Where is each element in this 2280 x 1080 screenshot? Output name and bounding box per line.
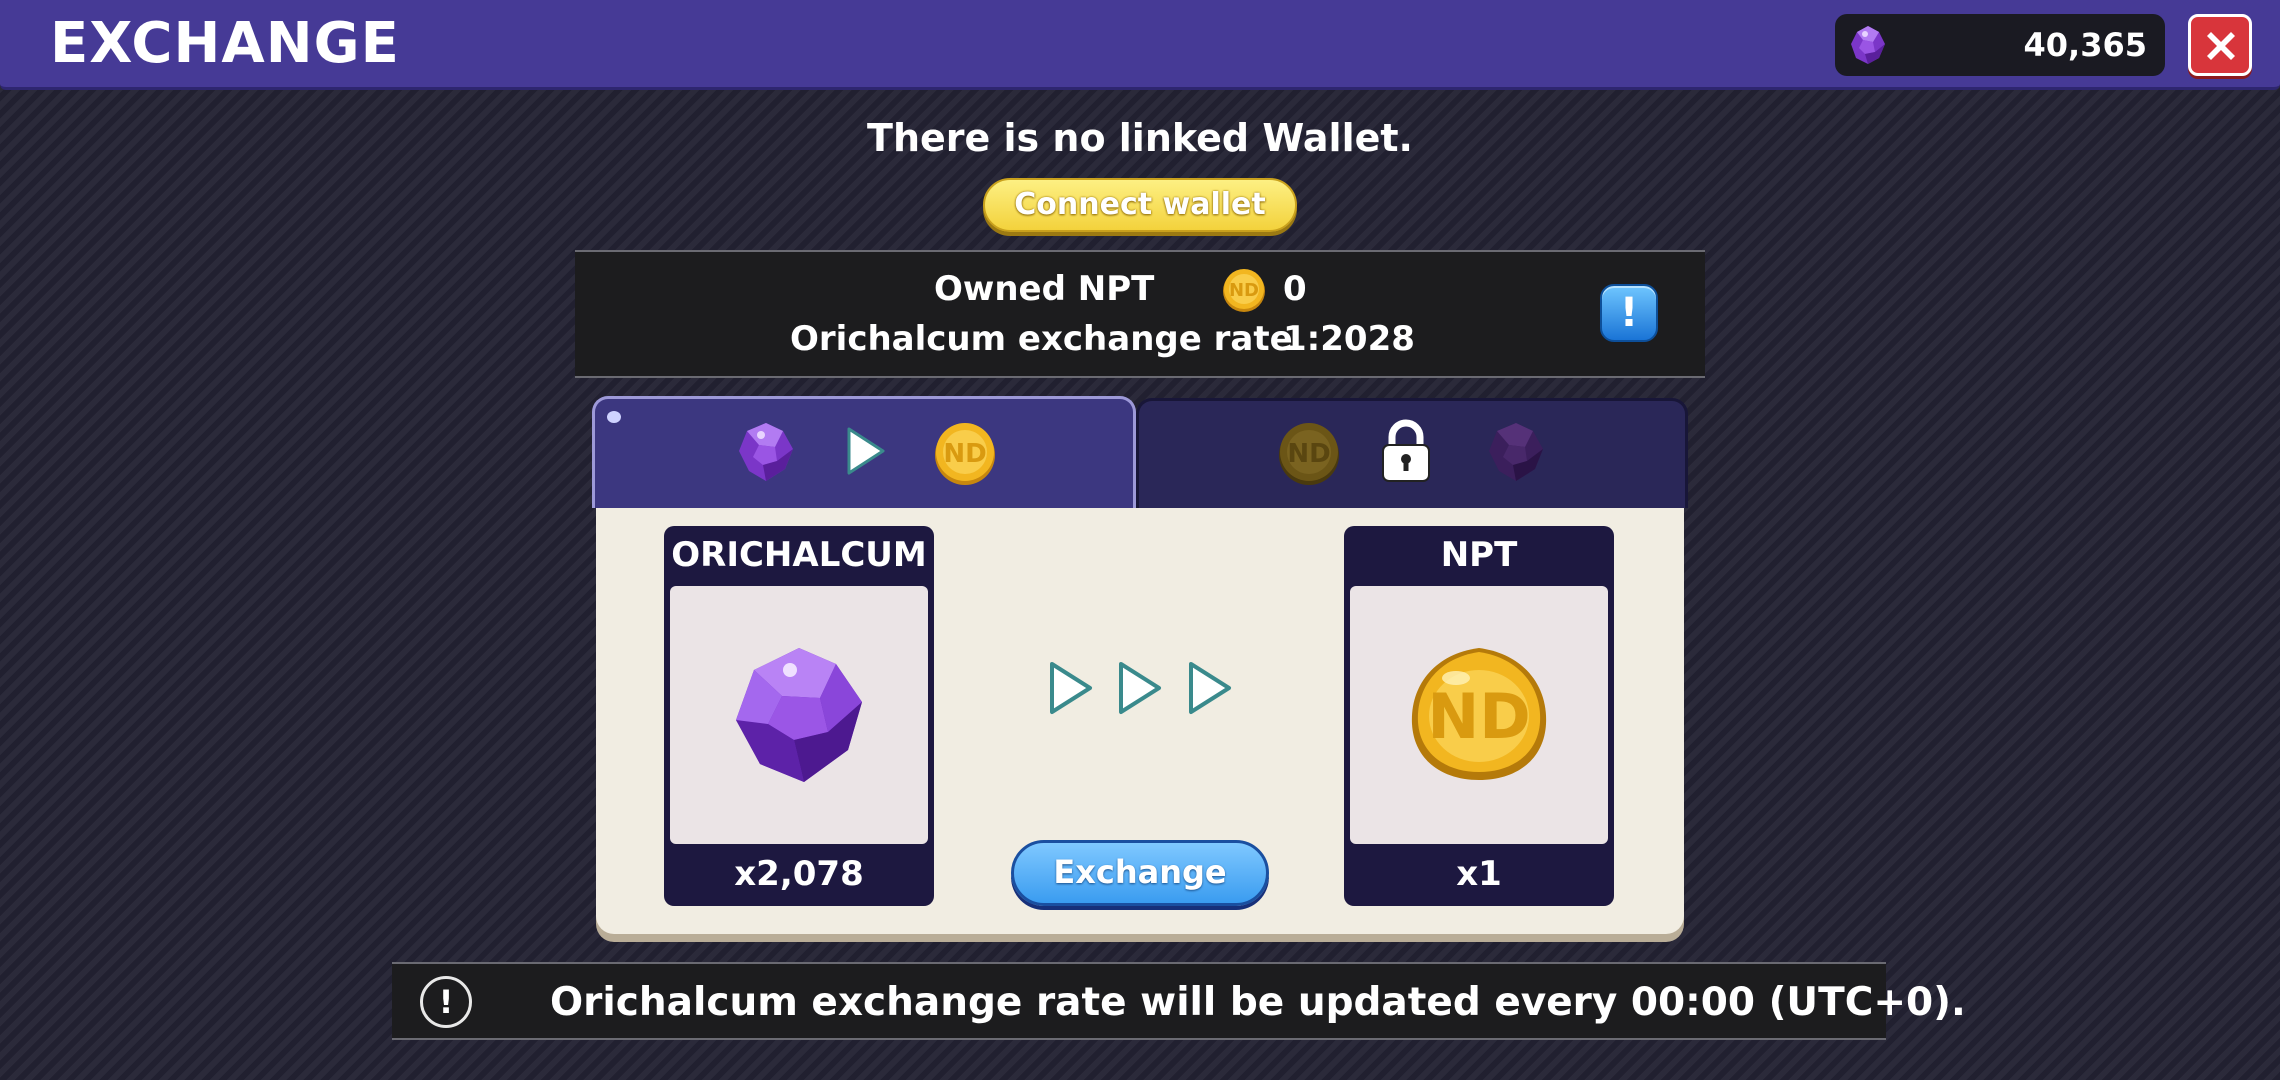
orichalcum-gem-icon bbox=[739, 423, 793, 481]
lock-icon bbox=[1382, 419, 1430, 482]
from-item-card: ORICHALCUM x2,078 bbox=[664, 526, 934, 906]
tab-npt-to-orichalcum[interactable]: ND bbox=[1136, 398, 1688, 508]
svg-text:ND: ND bbox=[1229, 280, 1259, 301]
to-item-title: NPT bbox=[1440, 535, 1518, 575]
npt-info-bar: Owned NPT ND 0 Orichalcum exchange rate … bbox=[575, 250, 1705, 378]
to-item-image: ND bbox=[1350, 586, 1608, 844]
owned-npt-value: 0 bbox=[1283, 269, 1307, 309]
svg-text:ND: ND bbox=[1287, 439, 1330, 469]
tab-shine bbox=[607, 411, 621, 423]
npt-coin-icon: ND bbox=[935, 423, 995, 485]
header-bar: EXCHANGE 40,365 bbox=[0, 0, 2280, 90]
no-wallet-notice: There is no linked Wallet. bbox=[867, 116, 1413, 160]
currency-amount: 40,365 bbox=[2023, 26, 2147, 64]
exchange-rate-label: Orichalcum exchange rate bbox=[790, 319, 1293, 359]
tab-orichalcum-to-npt[interactable]: ND bbox=[592, 396, 1136, 508]
orichalcum-gem-icon bbox=[1489, 423, 1543, 481]
exchange-rate-value: 1:2028 bbox=[1283, 319, 1415, 359]
svg-text:ND: ND bbox=[943, 439, 986, 469]
orichalcum-gem-icon bbox=[1851, 26, 1885, 64]
to-item-quantity: x1 bbox=[1456, 854, 1502, 894]
exchange-panel: ND ND ORICHALCUM x2,078 Exchange NPT ND … bbox=[592, 396, 1688, 941]
owned-npt-label: Owned NPT bbox=[934, 269, 1155, 309]
connect-wallet-button[interactable]: Connect wallet bbox=[983, 178, 1297, 232]
orichalcum-gem-icon bbox=[736, 648, 862, 782]
rate-update-notice-bar: ! Orichalcum exchange rate will be updat… bbox=[392, 962, 1966, 1040]
from-item-quantity: x2,078 bbox=[734, 854, 864, 894]
svg-text:ND: ND bbox=[1427, 680, 1530, 753]
npt-coin-icon: ND bbox=[1223, 269, 1265, 312]
npt-coin-icon: ND bbox=[1279, 423, 1339, 485]
from-item-image bbox=[670, 586, 928, 844]
exchange-button[interactable]: Exchange bbox=[1011, 840, 1269, 906]
from-item-title: ORICHALCUM bbox=[671, 535, 927, 575]
npt-coin-icon: ND bbox=[1411, 648, 1547, 780]
rate-update-notice: Orichalcum exchange rate will be updated… bbox=[550, 980, 1966, 1025]
info-icon: ! bbox=[1619, 290, 1639, 336]
play-arrow-icon bbox=[1189, 662, 1231, 714]
play-arrow-icon bbox=[847, 427, 885, 475]
page-title: EXCHANGE bbox=[50, 11, 400, 76]
play-arrow-icon bbox=[1119, 662, 1161, 714]
info-icon: ! bbox=[420, 976, 472, 1028]
exchange-tabs: ND ND bbox=[592, 396, 1688, 508]
close-icon bbox=[2207, 32, 2235, 60]
currency-display: 40,365 bbox=[1835, 14, 2165, 76]
play-arrow-icon bbox=[1050, 662, 1092, 714]
close-button[interactable] bbox=[2188, 14, 2252, 76]
info-button[interactable]: ! bbox=[1600, 284, 1658, 342]
to-item-card: NPT ND x1 bbox=[1344, 526, 1614, 906]
